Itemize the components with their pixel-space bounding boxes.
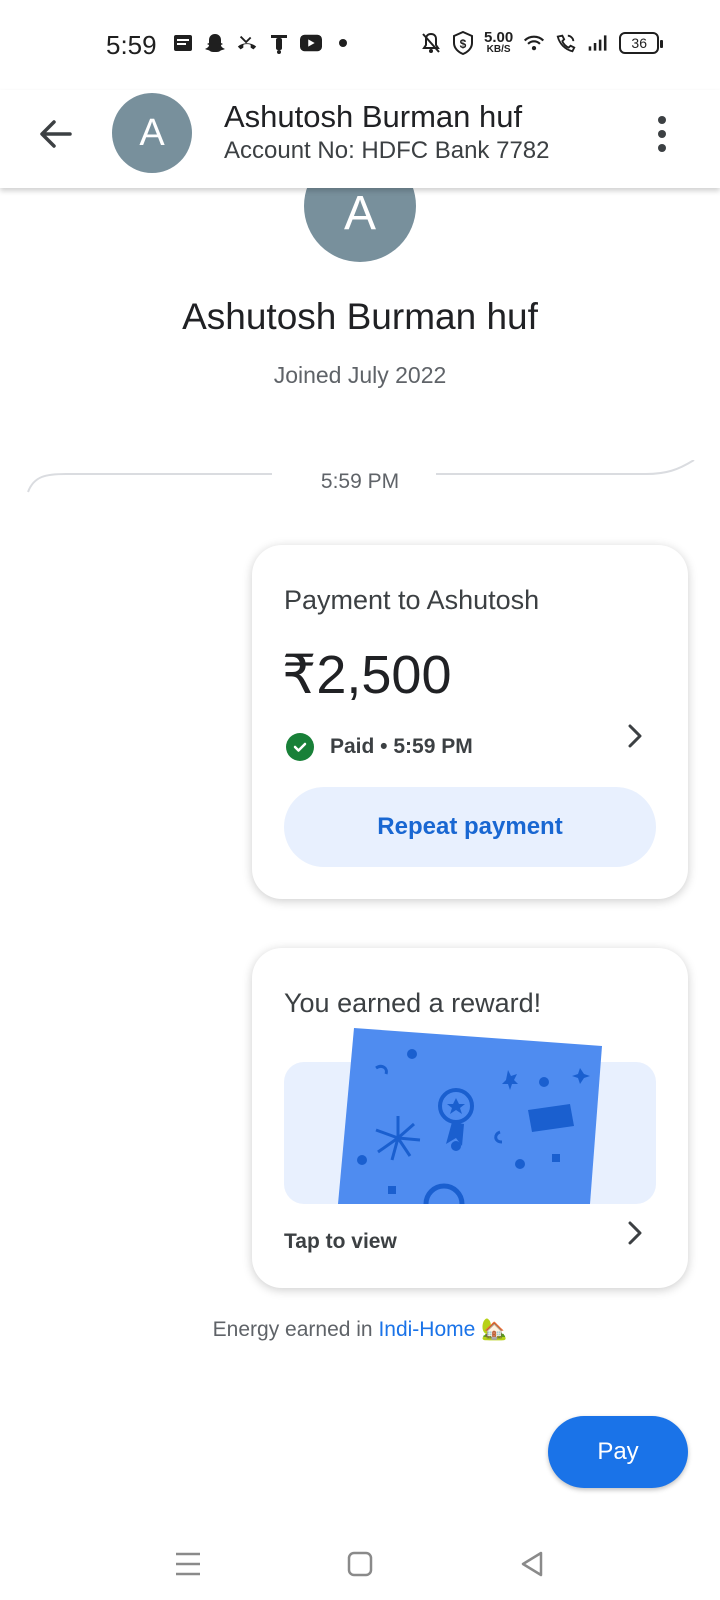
missed-call-icon [236, 32, 258, 54]
payment-title: Payment to Ashutosh [284, 585, 540, 615]
more-vert-icon [658, 116, 666, 124]
net-speed-unit: KB/S [486, 44, 511, 55]
battery-icon: 36 [619, 31, 664, 54]
net-speed: 5.00 KB/S [484, 30, 513, 55]
indi-home-link[interactable]: Indi-Home [378, 1318, 475, 1341]
app-bar: A Ashutosh Burman huf Account No: HDFC B… [0, 90, 720, 188]
header-avatar[interactable]: A [112, 93, 192, 173]
house-icon: 🏡 [481, 1318, 508, 1341]
payment-status: Paid • 5:59 PM [286, 733, 473, 761]
repeat-payment-button[interactable]: Repeat payment [284, 787, 656, 867]
chevron-right-icon[interactable] [624, 1220, 646, 1246]
status-time: 5:59 [106, 30, 157, 60]
energy-earned: Energy earned in Indi-Home 🏡 [0, 1318, 720, 1342]
contact-name: Ashutosh Burman huf [224, 99, 523, 134]
dot-icon [332, 32, 354, 54]
more-options-button[interactable] [650, 112, 674, 156]
square-icon [347, 1551, 373, 1577]
home-button[interactable] [340, 1544, 380, 1584]
system-nav-bar [0, 1530, 720, 1600]
back-arrow-icon [40, 120, 72, 148]
wifi-call-icon [555, 32, 577, 54]
system-icons: $ 5.00 KB/S 36 [420, 30, 664, 55]
timeline-time: 5:59 PM [320, 470, 400, 493]
shield-dollar-icon: $ [452, 30, 474, 55]
mute-bell-icon [420, 32, 442, 54]
svg-text:$: $ [460, 37, 467, 51]
back-button[interactable] [34, 112, 78, 156]
reward-title: You earned a reward! [284, 988, 542, 1018]
check-circle-icon [286, 733, 314, 761]
payment-status-text: Paid • 5:59 PM [330, 735, 473, 758]
signal-icon [587, 32, 609, 54]
joined-date: Joined July 2022 [273, 362, 447, 388]
reward-scratch-card[interactable] [284, 1028, 656, 1204]
profile-name: Ashutosh Burman huf [182, 296, 538, 337]
back-nav-button[interactable] [512, 1544, 552, 1584]
chevron-right-icon[interactable] [624, 723, 646, 749]
status-bar: 5:59 $ 5.00 KB/S 36 [0, 0, 720, 90]
scratch-card-icon [338, 1028, 602, 1204]
bike-icon [268, 32, 290, 54]
message-icon [172, 32, 194, 54]
youtube-icon [300, 32, 322, 54]
energy-prefix: Energy earned in [212, 1318, 379, 1341]
recents-button[interactable] [168, 1544, 208, 1584]
account-number: Account No: HDFC Bank 7782 [224, 137, 550, 164]
net-speed-value: 5.00 [484, 29, 514, 46]
payment-amount: ₹2,500 [282, 645, 452, 705]
pay-button[interactable]: Pay [548, 1416, 688, 1488]
notification-icons [172, 32, 354, 54]
snapchat-icon [204, 32, 226, 54]
payment-card[interactable]: Payment to Ashutosh ₹2,500 Paid • 5:59 P… [252, 545, 688, 899]
menu-icon [176, 1552, 200, 1576]
triangle-back-icon [521, 1551, 543, 1577]
reward-card[interactable]: You earned a reward! Tap to view [252, 948, 688, 1288]
tap-to-view: Tap to view [284, 1230, 397, 1253]
wifi-icon [523, 32, 545, 54]
